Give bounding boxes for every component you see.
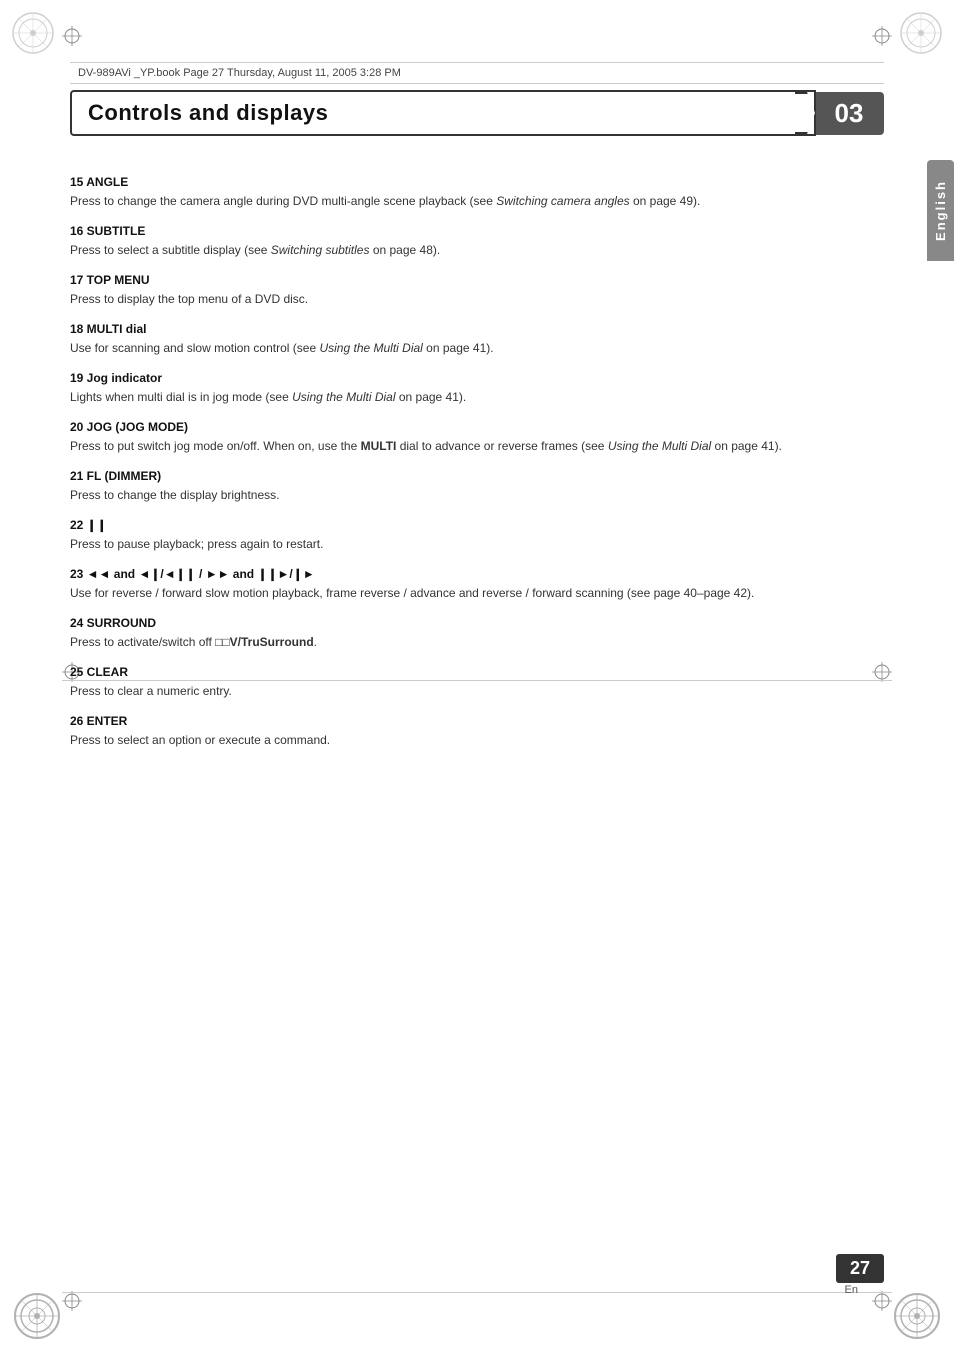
main-content: 15 ANGLE Press to change the camera angle… <box>70 155 849 763</box>
bottom-rule <box>62 1292 892 1293</box>
section-title-19: 19 Jog indicator <box>70 371 849 385</box>
section-23: 23 ◄◄ and ◄❙/◄❙❙ / ►► and ❙❙►/❙► Use for … <box>70 567 849 602</box>
section-body-19: Lights when multi dial is in jog mode (s… <box>70 388 849 406</box>
section-body-26: Press to select an option or execute a c… <box>70 731 849 749</box>
section-title-23: 23 ◄◄ and ◄❙/◄❙❙ / ►► and ❙❙►/❙► <box>70 567 849 581</box>
section-title-20: 20 JOG (JOG MODE) <box>70 420 849 434</box>
rosette-top-left <box>8 8 58 58</box>
section-title-21: 21 FL (DIMMER) <box>70 469 849 483</box>
section-title-18: 18 MULTI dial <box>70 322 849 336</box>
section-17: 17 TOP MENU Press to display the top menu… <box>70 273 849 308</box>
metadata-text: DV-989AVi _YP.book Page 27 Thursday, Aug… <box>78 67 401 79</box>
section-16: 16 SUBTITLE Press to select a subtitle di… <box>70 224 849 259</box>
crosshair-mid-right <box>872 662 892 682</box>
section-body-15: Press to change the camera angle during … <box>70 192 849 210</box>
section-body-24: Press to activate/switch off □□V/TruSurr… <box>70 633 849 651</box>
crosshair-top-left <box>62 26 82 46</box>
rosette-top-right <box>896 8 946 58</box>
section-body-23: Use for reverse / forward slow motion pl… <box>70 584 849 602</box>
section-body-25: Press to clear a numeric entry. <box>70 682 849 700</box>
section-body-21: Press to change the display brightness. <box>70 486 849 504</box>
page-number: 27 <box>836 1254 884 1283</box>
section-title-15: 15 ANGLE <box>70 175 849 189</box>
section-title-24: 24 SURROUND <box>70 616 849 630</box>
section-title-17: 17 TOP MENU <box>70 273 849 287</box>
crosshair-bottom-left <box>62 1291 82 1311</box>
page-number-lang: En <box>845 1284 858 1296</box>
section-15: 15 ANGLE Press to change the camera angle… <box>70 175 849 210</box>
chapter-number: 03 <box>814 92 884 135</box>
page-metadata: DV-989AVi _YP.book Page 27 Thursday, Aug… <box>70 62 884 84</box>
crosshair-top-right <box>872 26 892 46</box>
section-body-17: Press to display the top menu of a DVD d… <box>70 290 849 308</box>
section-24: 24 SURROUND Press to activate/switch off … <box>70 616 849 651</box>
section-22: 22 ❙❙ Press to pause playback; press agai… <box>70 518 849 553</box>
section-body-20: Press to put switch jog mode on/off. Whe… <box>70 437 849 455</box>
section-title-26: 26 ENTER <box>70 714 849 728</box>
page-title: Controls and displays <box>88 100 328 125</box>
section-20: 20 JOG (JOG MODE) Press to put switch jog… <box>70 420 849 455</box>
section-25: 25 CLEAR Press to clear a numeric entry. <box>70 665 849 700</box>
section-21: 21 FL (DIMMER) Press to change the displa… <box>70 469 849 504</box>
section-title-25: 25 CLEAR <box>70 665 849 679</box>
section-19: 19 Jog indicator Lights when multi dial i… <box>70 371 849 406</box>
section-title-22: 22 ❙❙ <box>70 518 849 532</box>
crosshair-bottom-right <box>872 1291 892 1311</box>
section-body-22: Press to pause playback; press again to … <box>70 535 849 553</box>
language-tab: English <box>927 160 954 261</box>
section-body-16: Press to select a subtitle display (see … <box>70 241 849 259</box>
section-26: 26 ENTER Press to select an option or exe… <box>70 714 849 749</box>
title-box: Controls and displays <box>70 90 816 136</box>
section-body-18: Use for scanning and slow motion control… <box>70 339 849 357</box>
section-18: 18 MULTI dial Use for scanning and slow m… <box>70 322 849 357</box>
rosette-bottom-right <box>892 1291 942 1341</box>
section-title-16: 16 SUBTITLE <box>70 224 849 238</box>
rosette-bottom-left <box>12 1291 62 1341</box>
page-header: Controls and displays 03 <box>70 90 884 136</box>
